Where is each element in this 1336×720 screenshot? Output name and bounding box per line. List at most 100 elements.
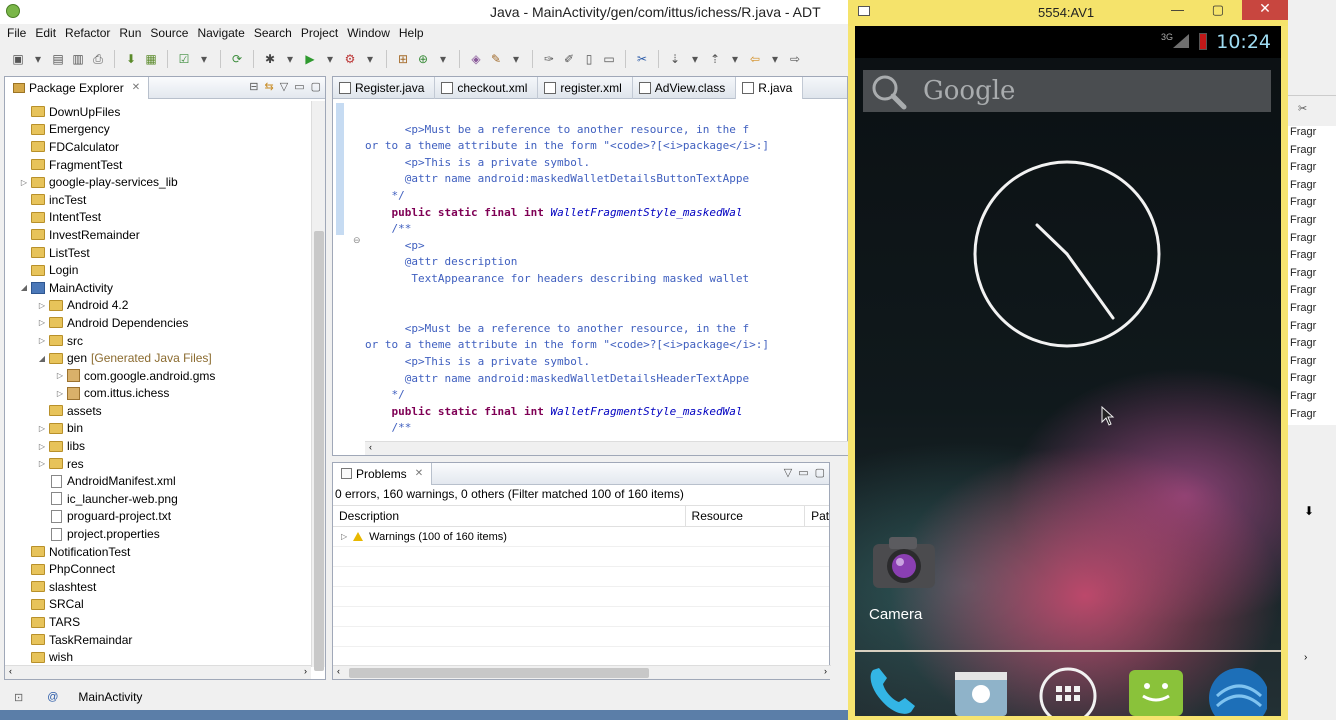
- prev-annotation-icon[interactable]: ⇡: [707, 51, 723, 67]
- collapse-all-icon[interactable]: ⊟: [249, 80, 258, 93]
- chevron-down-icon[interactable]: ▾: [435, 51, 451, 67]
- tree-item[interactable]: ▷ libs: [5, 437, 311, 455]
- tree-item[interactable]: InvestRemainder: [5, 226, 311, 244]
- tree-vertical-scrollbar[interactable]: [311, 101, 325, 671]
- pen-icon[interactable]: ✐: [561, 51, 577, 67]
- refresh-icon[interactable]: ⟳: [229, 51, 245, 67]
- minimize-icon[interactable]: ▭: [294, 80, 304, 93]
- fast-view-icon[interactable]: ⊡: [14, 691, 23, 704]
- column-resource[interactable]: Resource: [686, 505, 806, 527]
- scroll-left-icon[interactable]: ‹: [337, 666, 340, 676]
- editor-tab[interactable]: R.java: [736, 76, 804, 99]
- outline-item[interactable]: Fragr: [1288, 144, 1336, 162]
- chevron-down-icon[interactable]: ▾: [196, 51, 212, 67]
- editor-tab[interactable]: Register.java: [333, 76, 436, 99]
- print-icon[interactable]: ⎙: [90, 51, 106, 67]
- problems-horizontal-scrollbar[interactable]: ‹ ›: [333, 665, 831, 679]
- tree-item[interactable]: ▷ com.google.android.gms: [5, 367, 311, 385]
- link-editor-icon[interactable]: ⇆: [265, 80, 274, 93]
- menu-edit[interactable]: Edit: [32, 24, 62, 42]
- tree-horizontal-scrollbar[interactable]: ‹ ›: [5, 665, 311, 679]
- people-icon[interactable]: [953, 666, 1009, 716]
- editor-horizontal-scrollbar[interactable]: ‹: [365, 441, 849, 455]
- tree-item[interactable]: slashtest: [5, 578, 311, 596]
- close-icon[interactable]: ✕: [132, 82, 140, 93]
- back-icon[interactable]: ⇦: [747, 51, 763, 67]
- scrollbar-thumb[interactable]: [314, 231, 324, 671]
- outline-item[interactable]: Fragr: [1288, 390, 1336, 408]
- code-area[interactable]: <p>Must be a reference to another resour…: [365, 105, 849, 437]
- tree-item[interactable]: ◢ MainActivity: [5, 279, 311, 297]
- scroll-right-icon[interactable]: ›: [824, 666, 827, 676]
- tree-item[interactable]: ▷ google-play-services_lib: [5, 173, 311, 191]
- chevron-down-icon[interactable]: ▾: [30, 51, 46, 67]
- save-all-icon[interactable]: ▥: [70, 51, 86, 67]
- expand-icon[interactable]: ▷: [55, 389, 65, 398]
- download-icon[interactable]: ⬇: [1304, 504, 1314, 518]
- tree-item[interactable]: wish: [5, 648, 311, 666]
- maximize-icon[interactable]: ▢: [311, 80, 321, 93]
- scroll-right-icon[interactable]: ›: [304, 666, 307, 676]
- tree-item[interactable]: NotificationTest: [5, 543, 311, 561]
- maximize-button[interactable]: ▢: [1212, 2, 1224, 18]
- chevron-down-icon[interactable]: ▾: [687, 51, 703, 67]
- outline-item[interactable]: Fragr: [1288, 408, 1336, 426]
- menu-run[interactable]: Run: [116, 24, 147, 42]
- problems-row[interactable]: ▷ Warnings (100 of 160 items): [333, 527, 829, 547]
- minimize-icon[interactable]: ▭: [798, 466, 808, 479]
- scroll-left-icon[interactable]: ‹: [9, 666, 12, 676]
- tree-item[interactable]: IntentTest: [5, 209, 311, 227]
- outline-item[interactable]: Fragr: [1288, 161, 1336, 179]
- outline-item[interactable]: Fragr: [1288, 179, 1336, 197]
- expand-icon[interactable]: ▷: [37, 459, 47, 468]
- menu-help[interactable]: Help: [396, 24, 430, 42]
- outline-item[interactable]: Fragr: [1288, 126, 1336, 144]
- minimize-button[interactable]: —: [1171, 2, 1184, 17]
- tree-item[interactable]: assets: [5, 402, 311, 420]
- tree-item[interactable]: ListTest: [5, 244, 311, 262]
- chevron-down-icon[interactable]: ▾: [767, 51, 783, 67]
- tree-item[interactable]: ◢ gen [Generated Java Files]: [5, 349, 311, 367]
- save-icon[interactable]: ▤: [50, 51, 66, 67]
- search-icon[interactable]: ✎: [488, 51, 504, 67]
- chevron-down-icon[interactable]: ▾: [362, 51, 378, 67]
- tree-item[interactable]: ▷ src: [5, 332, 311, 350]
- block-icon[interactable]: ▯: [581, 51, 597, 67]
- outline-item[interactable]: Fragr: [1288, 302, 1336, 320]
- expand-icon[interactable]: ▷: [55, 371, 65, 380]
- tree-item[interactable]: incTest: [5, 191, 311, 209]
- tree-item[interactable]: TaskRemaindar: [5, 631, 311, 649]
- avd-manager-icon[interactable]: ▦: [143, 51, 159, 67]
- view-menu-icon[interactable]: ▽: [784, 466, 792, 479]
- android-sdk-icon[interactable]: ⬇: [123, 51, 139, 67]
- outline-item[interactable]: Fragr: [1288, 196, 1336, 214]
- menu-refactor[interactable]: Refactor: [62, 24, 116, 42]
- menu-project[interactable]: Project: [298, 24, 344, 42]
- outline-item[interactable]: Fragr: [1288, 284, 1336, 302]
- tree-item[interactable]: Login: [5, 261, 311, 279]
- tree-item[interactable]: DownUpFiles: [5, 103, 311, 121]
- chevron-down-icon[interactable]: ▾: [508, 51, 524, 67]
- close-icon[interactable]: ✕: [415, 468, 423, 479]
- expand-icon[interactable]: ▷: [37, 336, 47, 345]
- close-button[interactable]: ✕: [1242, 0, 1288, 20]
- tree-item[interactable]: ▷ res: [5, 455, 311, 473]
- new-package-icon[interactable]: ⊕: [415, 51, 431, 67]
- editor-tab[interactable]: checkout.xml: [435, 76, 539, 99]
- forward-icon[interactable]: ⇨: [787, 51, 803, 67]
- menu-search[interactable]: Search: [251, 24, 298, 42]
- scroll-right-icon[interactable]: ›: [1304, 652, 1307, 663]
- outline-item[interactable]: Fragr: [1288, 337, 1336, 355]
- menu-navigate[interactable]: Navigate: [194, 24, 250, 42]
- new-icon[interactable]: ▣: [10, 51, 26, 67]
- tree-item[interactable]: AndroidManifest.xml: [5, 472, 311, 490]
- open-type-icon[interactable]: ◈: [468, 51, 484, 67]
- tree-item[interactable]: project.properties: [5, 525, 311, 543]
- debug-icon[interactable]: ✱: [262, 51, 278, 67]
- tree-item[interactable]: ▷ com.ittus.ichess: [5, 385, 311, 403]
- fold-icon[interactable]: ⊖: [353, 235, 361, 246]
- tree-item[interactable]: SRCal: [5, 596, 311, 614]
- expand-icon[interactable]: ◢: [37, 354, 47, 363]
- new-class-icon[interactable]: ⊞: [395, 51, 411, 67]
- tree-item[interactable]: ic_launcher-web.png: [5, 490, 311, 508]
